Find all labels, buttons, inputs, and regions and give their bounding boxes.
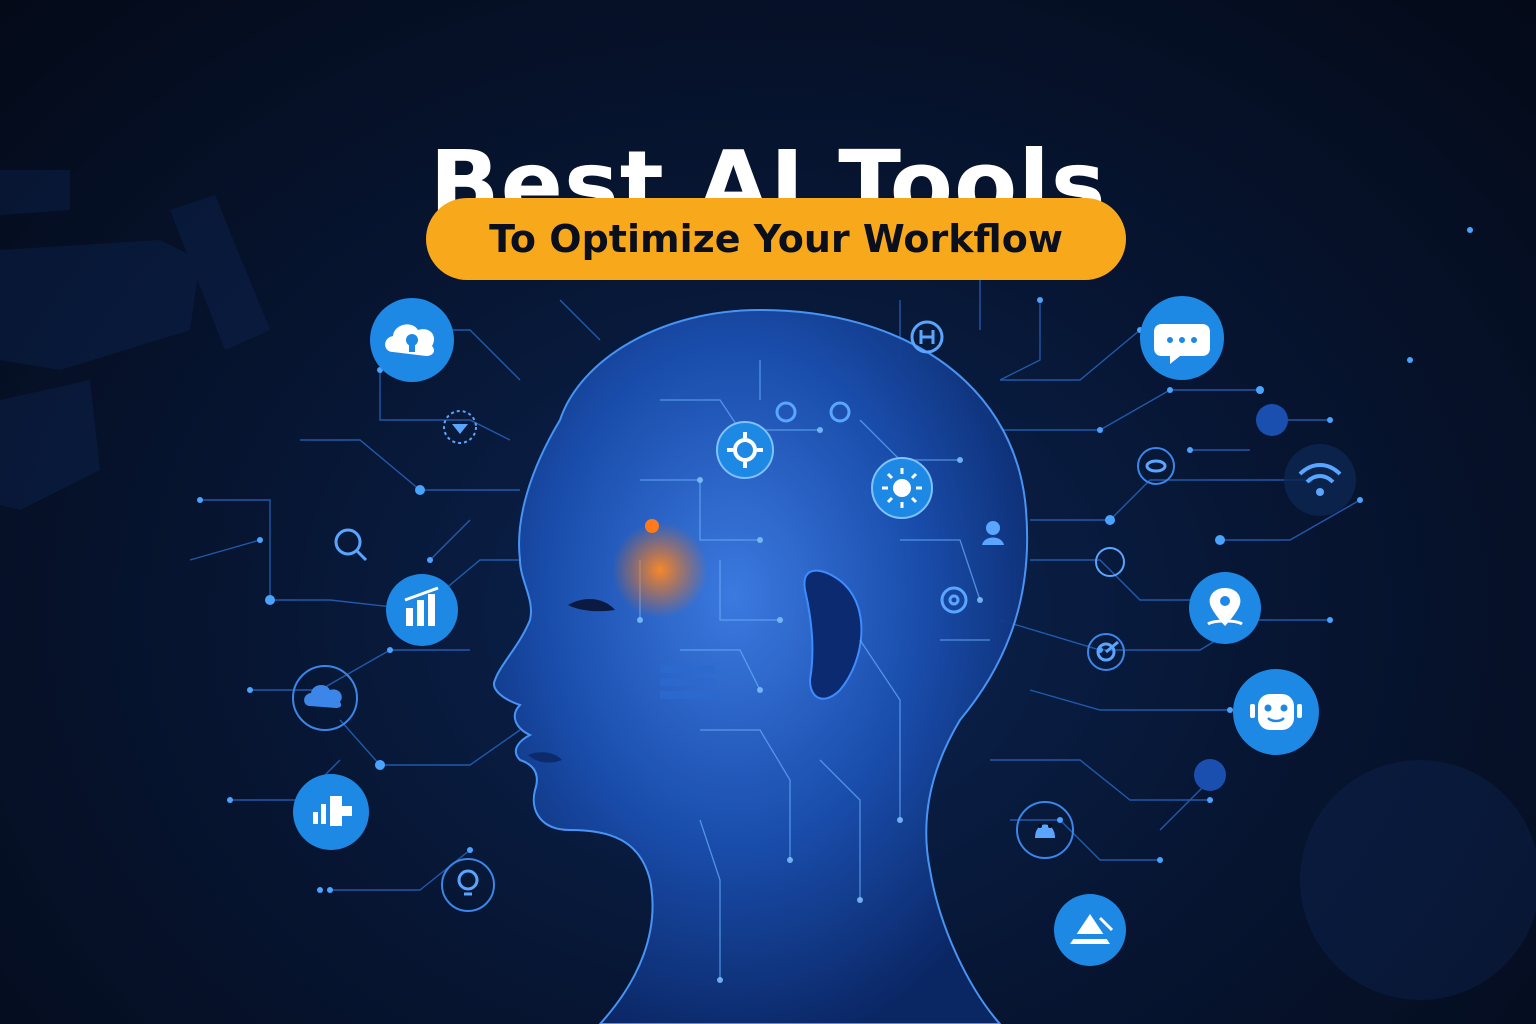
link-icon[interactable] (1137, 447, 1175, 485)
gear-icon (716, 421, 774, 479)
robot-face-icon[interactable] (1233, 669, 1319, 755)
target-icon[interactable] (1087, 633, 1125, 671)
shield-icon[interactable] (443, 410, 477, 444)
analytics-icon[interactable] (293, 774, 369, 850)
mountain-icon[interactable] (1054, 894, 1126, 966)
subtitle-text: To Optimize Your Workflow (489, 217, 1063, 261)
wifi-icon[interactable] (1284, 444, 1356, 516)
hero-banner: Best AI Tools To Optimize Your Workflow (0, 0, 1536, 1024)
penguin-icon[interactable] (1016, 801, 1074, 859)
hospital-icon[interactable] (910, 320, 944, 354)
cloud-lock-icon[interactable] (370, 298, 454, 382)
search-icon[interactable] (334, 528, 368, 562)
subtitle-badge: To Optimize Your Workflow (426, 198, 1126, 280)
ai-head (493, 308, 1029, 1024)
bar-chart-icon[interactable] (386, 574, 458, 646)
location-pin-icon[interactable] (1189, 572, 1261, 644)
chat-bubble-icon[interactable] (1140, 296, 1224, 380)
cloud-icon[interactable] (292, 665, 358, 731)
settings-sun-icon (871, 457, 933, 519)
lightbulb-icon[interactable] (441, 858, 495, 912)
